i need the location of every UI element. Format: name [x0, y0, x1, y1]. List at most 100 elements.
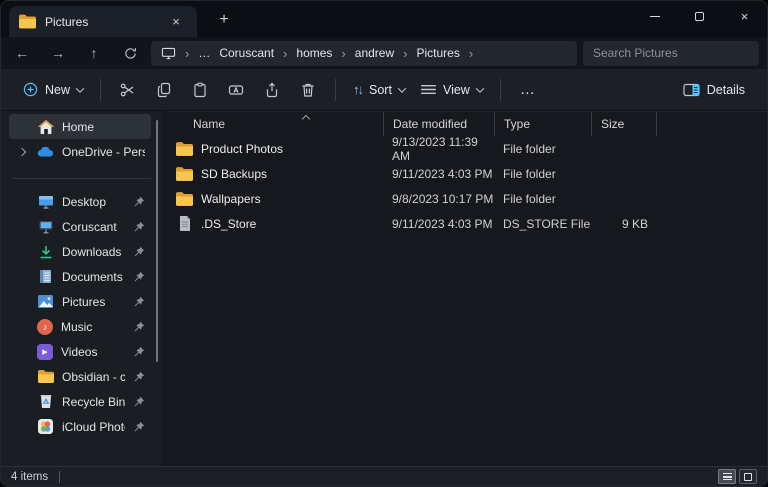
column-header-size[interactable]: Size [591, 112, 656, 136]
sort-icon: ↑↓ [353, 82, 364, 97]
refresh-button[interactable] [115, 40, 145, 66]
file-type: File folder [503, 166, 556, 181]
breadcrumb-item-andrew[interactable]: andrew [355, 46, 394, 60]
videos-icon: ▶ [37, 343, 53, 360]
this-pc-icon [37, 218, 54, 235]
file-row-wallpapers[interactable]: Wallpapers 9/8/2023 10:17 PM File folder [169, 186, 767, 211]
expand-chevron-icon[interactable] [17, 147, 27, 156]
close-button[interactable]: × [722, 1, 767, 32]
file-type: DS_STORE File [503, 216, 591, 231]
column-header-date-modified[interactable]: Date modified [383, 112, 494, 136]
search-input[interactable] [593, 46, 749, 60]
copy-icon [157, 82, 171, 97]
see-more-button[interactable]: … [510, 74, 546, 106]
toolbar-divider [499, 78, 501, 101]
breadcrumb[interactable]: › … Coruscant › homes › andrew › Picture… [151, 40, 577, 66]
sidebar-item-recycle-bin[interactable]: Recycle Bin [9, 389, 151, 414]
onedrive-cloud-icon [37, 143, 54, 160]
sidebar-item-desktop[interactable]: Desktop [9, 189, 151, 214]
sort-ascending-icon [303, 114, 310, 121]
sidebar-divider [13, 178, 151, 179]
file-name: Product Photos [201, 141, 284, 156]
view-button[interactable]: View [413, 77, 491, 103]
sort-label: Sort [369, 82, 392, 97]
sidebar-item-label: Coruscant [62, 219, 117, 234]
main-content: Home OneDrive - Personal Desktop [1, 111, 767, 466]
sidebar-item-coruscant[interactable]: Coruscant [9, 214, 151, 239]
trash-icon [302, 83, 314, 97]
plus-circle-icon [23, 82, 38, 97]
toolbar-divider [335, 78, 337, 101]
sidebar-item-label: Videos [61, 344, 98, 359]
details-pane-button[interactable]: Details [675, 77, 753, 103]
sidebar-item-documents[interactable]: Documents [9, 264, 151, 289]
sidebar-item-music[interactable]: ♪ Music [9, 314, 151, 339]
pin-icon [134, 221, 145, 231]
file-row-product-photos[interactable]: Product Photos 9/13/2023 11:39 AM File f… [169, 135, 767, 163]
sidebar-scrollbar[interactable] [156, 120, 158, 362]
forward-button[interactable]: → [43, 40, 73, 66]
chevron-right-icon: › [185, 45, 190, 61]
details-pane-icon [683, 83, 700, 96]
file-name: SD Backups [201, 166, 268, 181]
close-icon: × [740, 9, 749, 24]
view-label: View [442, 82, 470, 97]
breadcrumb-item-pictures[interactable]: Pictures [416, 46, 459, 60]
sidebar-item-label: Obsidian - chewie [62, 369, 125, 384]
share-button[interactable] [254, 74, 290, 106]
rename-button[interactable] [218, 74, 254, 106]
sidebar-item-pictures[interactable]: Pictures [9, 289, 151, 314]
column-header-type[interactable]: Type [494, 112, 591, 136]
file-date: 9/11/2023 4:03 PM [392, 166, 493, 181]
tab-pictures[interactable]: Pictures × [9, 6, 197, 37]
new-button[interactable]: New [15, 76, 91, 103]
sidebar-item-videos[interactable]: ▶ Videos [9, 339, 151, 364]
copy-button[interactable] [146, 74, 182, 106]
folder-icon [37, 368, 54, 385]
column-header-name[interactable]: Name [169, 112, 383, 136]
address-bar: ← → ↑ › … Coruscant › homes › andrew › P… [1, 37, 767, 69]
details-view-button[interactable] [718, 469, 736, 484]
sidebar-item-label: Documents [62, 269, 123, 284]
desktop-icon [37, 193, 54, 210]
file-list-pane: Name Date modified Type Size Product Pho… [161, 111, 767, 466]
breadcrumb-overflow[interactable]: … [198, 46, 210, 60]
tab-bar: Pictures × + × [1, 1, 767, 37]
new-tab-button[interactable]: + [211, 7, 237, 33]
pin-icon [134, 196, 145, 206]
file-type: File folder [503, 191, 556, 206]
sidebar-item-icloud-photos[interactable]: iCloud Photos [9, 414, 151, 439]
sidebar-item-label: Home [62, 119, 95, 134]
downloads-icon [37, 243, 54, 260]
minimize-button[interactable] [632, 1, 677, 32]
paste-icon [194, 82, 206, 97]
maximize-icon [695, 12, 704, 21]
pin-icon [134, 296, 145, 306]
sidebar-item-onedrive[interactable]: OneDrive - Personal [9, 139, 151, 164]
sidebar-item-downloads[interactable]: Downloads [9, 239, 151, 264]
back-button[interactable]: ← [7, 40, 37, 66]
more-icon: … [519, 81, 536, 98]
sidebar-item-home[interactable]: Home [9, 114, 151, 139]
window-controls: × [632, 1, 767, 32]
tab-close-icon[interactable]: × [165, 11, 187, 33]
cut-button[interactable] [110, 74, 146, 106]
maximize-button[interactable] [677, 1, 722, 32]
delete-button[interactable] [290, 74, 326, 106]
file-row-ds-store[interactable]: .DS_Store 9/11/2023 4:03 PM DS_STORE Fil… [169, 211, 767, 236]
breadcrumb-item-coruscant[interactable]: Coruscant [219, 46, 274, 60]
file-row-sd-backups[interactable]: SD Backups 9/11/2023 4:03 PM File folder [169, 161, 767, 186]
sidebar-item-label: Pictures [62, 294, 106, 309]
minimize-icon [649, 16, 660, 17]
status-bar: 4 items [1, 466, 767, 486]
chevron-right-icon: › [341, 45, 346, 61]
sidebar-item-obsidian[interactable]: Obsidian - chewie [9, 364, 151, 389]
up-button[interactable]: ↑ [79, 40, 109, 66]
sort-button[interactable]: ↑↓ Sort [345, 76, 413, 103]
paste-button[interactable] [182, 74, 218, 106]
column-headers: Name Date modified Type Size [169, 111, 767, 136]
large-icons-view-button[interactable] [739, 469, 757, 484]
breadcrumb-item-homes[interactable]: homes [296, 46, 332, 60]
icloud-photos-icon [37, 418, 54, 435]
chevron-right-icon: › [468, 45, 474, 61]
